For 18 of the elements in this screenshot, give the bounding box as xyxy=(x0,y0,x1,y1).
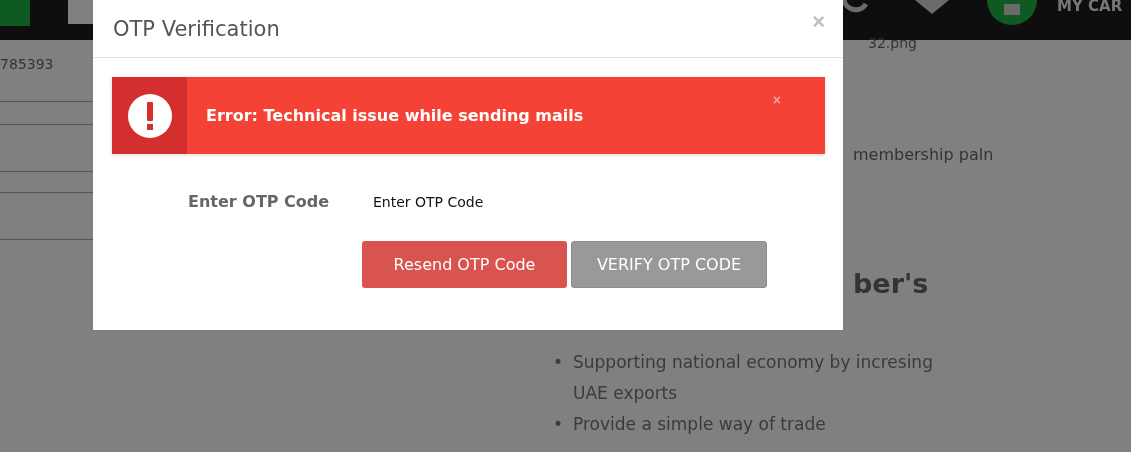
field-label: Enter OTP Code xyxy=(188,192,331,211)
section-heading: ber's xyxy=(853,267,929,301)
exclamation-icon xyxy=(126,92,173,139)
verify-button[interactable]: VERIFY OTP CODE xyxy=(571,241,767,288)
alert-message: Error: Technical issue while sending mails xyxy=(206,106,584,125)
bullet-marker: • xyxy=(553,413,565,436)
cart-label[interactable]: MY CAR xyxy=(1057,0,1123,15)
list-item: Supporting national economy by incresing UAE exports xyxy=(573,351,934,405)
account-number: 785393 xyxy=(0,56,54,72)
cart-icon[interactable] xyxy=(987,0,1037,28)
resend-button[interactable]: Resend OTP Code xyxy=(362,241,567,288)
bullet-marker: • xyxy=(553,351,565,374)
plan-text: membership paln xyxy=(853,145,994,164)
file-name: 32.png xyxy=(868,35,918,51)
nav-tile[interactable] xyxy=(68,0,93,24)
modal-title: OTP Verification xyxy=(113,16,280,41)
logo-tile[interactable] xyxy=(0,0,30,26)
list-item: Provide a simple way of trade xyxy=(573,413,826,436)
